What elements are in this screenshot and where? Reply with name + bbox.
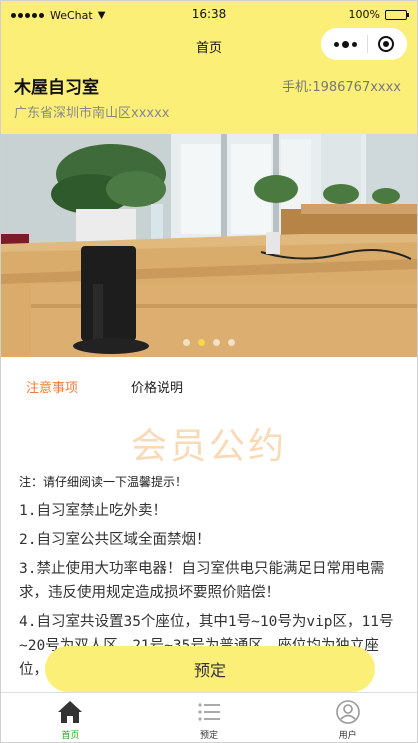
rule-item: 1.自习室禁止吃外卖！ bbox=[19, 503, 167, 519]
watermark-title: 会员公约 bbox=[130, 426, 287, 467]
target-icon[interactable] bbox=[378, 36, 394, 52]
carousel-dot[interactable] bbox=[198, 339, 205, 346]
battery-indicator: 100% bbox=[348, 8, 409, 21]
carousel-dot[interactable] bbox=[183, 339, 190, 346]
user-icon bbox=[335, 700, 360, 724]
book-button[interactable]: 预定 bbox=[45, 646, 375, 692]
shop-address[interactable]: 广东省深圳市南山区xxxxx bbox=[14, 102, 169, 121]
banner-carousel[interactable] bbox=[1, 134, 417, 357]
tabbar-label-book: 预定 bbox=[200, 731, 219, 741]
tabbar-item-book[interactable]: 预定 bbox=[140, 693, 279, 742]
carousel-dot[interactable] bbox=[213, 339, 220, 346]
battery-icon bbox=[385, 9, 409, 20]
bottom-tabbar: 首页 预定 用户 bbox=[1, 692, 417, 742]
tab-pricing[interactable]: 价格说明 bbox=[131, 377, 183, 396]
dot bbox=[342, 40, 349, 48]
list-icon bbox=[198, 703, 220, 721]
notice-intro: 注：请仔细阅读一下温馨提示！ bbox=[19, 475, 188, 489]
carousel-dots bbox=[1, 339, 417, 346]
capsule-divider bbox=[367, 35, 368, 53]
info-tabs: 注意事项 价格说明 bbox=[1, 377, 417, 399]
dot bbox=[334, 41, 339, 47]
rule-item: 3.禁止使用大功率电器！自习室供电只能满足日常用电需求，违反使用规定造成损坏要照… bbox=[19, 561, 385, 601]
header: WeChat ▼ 16:38 100% 首页 木屋自习室 手机:1986767x… bbox=[1, 1, 417, 134]
shop-phone[interactable]: 手机:1986767xxxx bbox=[282, 76, 401, 95]
rule-item: 2.自习室公共区域全面禁烟！ bbox=[19, 532, 211, 548]
tabbar-item-user[interactable]: 用户 bbox=[278, 693, 417, 742]
home-icon bbox=[58, 701, 83, 723]
tabbar-label-user: 用户 bbox=[338, 731, 357, 741]
app-frame: WeChat ▼ 16:38 100% 首页 木屋自习室 手机:1986767x… bbox=[0, 0, 418, 743]
shop-name: 木屋自习室 bbox=[14, 78, 99, 98]
status-bar: WeChat ▼ 16:38 100% bbox=[1, 1, 417, 29]
tabbar-item-home[interactable]: 首页 bbox=[1, 693, 140, 742]
study-room-photo bbox=[1, 134, 417, 357]
tabbar-label-home: 首页 bbox=[61, 731, 80, 741]
dot bbox=[352, 41, 357, 47]
tab-notice[interactable]: 注意事项 bbox=[26, 377, 78, 396]
battery-label: 100% bbox=[348, 8, 380, 21]
more-dots-icon[interactable] bbox=[334, 40, 357, 48]
carousel-dot[interactable] bbox=[228, 339, 235, 346]
mini-program-capsule bbox=[321, 28, 407, 60]
